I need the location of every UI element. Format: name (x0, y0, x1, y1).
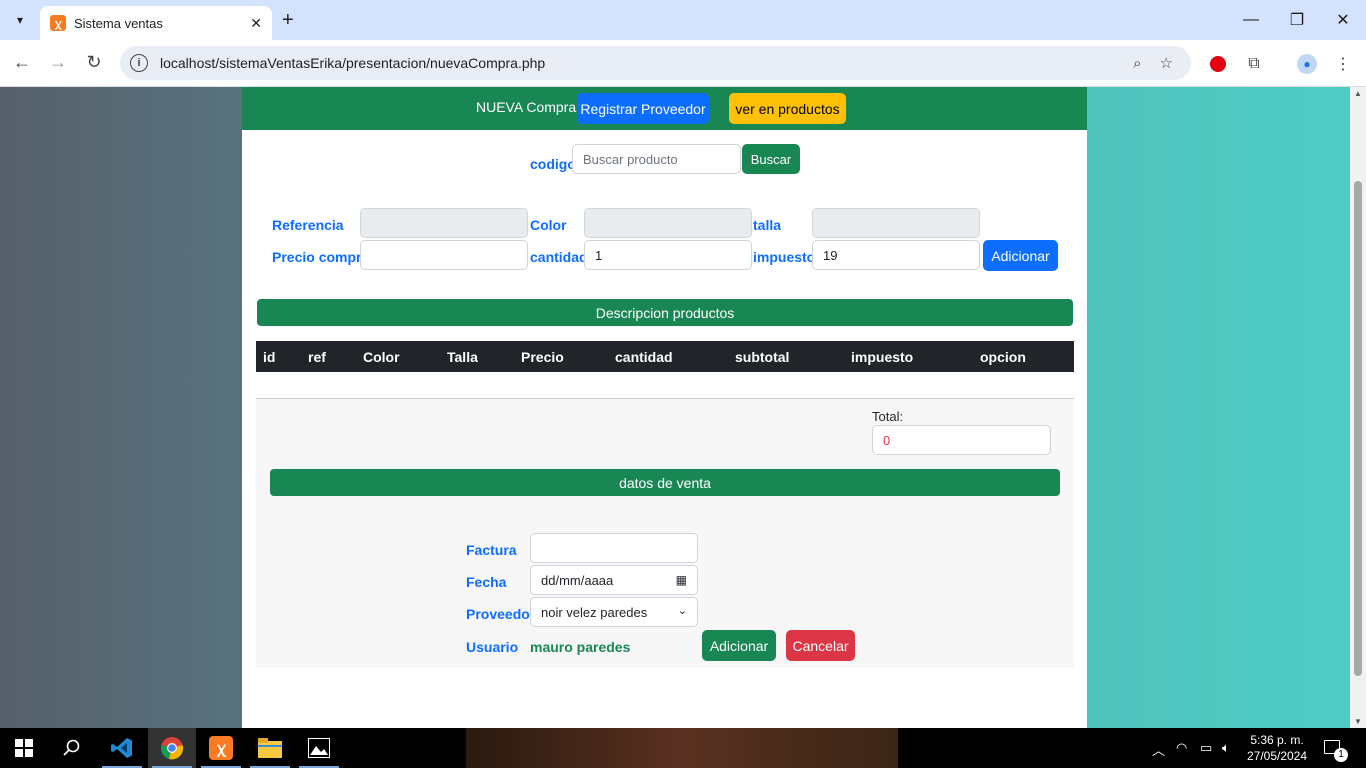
page-header: NUEVA Compra Registrar Proveedor ver en … (242, 87, 1087, 130)
file-explorer-icon[interactable] (246, 728, 294, 768)
browser-toolbar: ← → ↻ i localhost/sistemaVentasErika/pre… (0, 40, 1366, 87)
new-tab-icon[interactable]: + (282, 8, 294, 32)
cancel-button[interactable]: Cancelar (786, 630, 855, 661)
purchase-price-label: Precio compra (272, 249, 370, 265)
tab-search-icon[interactable]: ▾ (8, 8, 32, 32)
url-text[interactable]: localhost/sistemaVentasErika/presentacio… (160, 55, 1133, 71)
column-header: impuesto (851, 349, 914, 365)
start-windows-icon[interactable] (0, 728, 48, 768)
purchase-price-field[interactable] (360, 240, 528, 270)
window-close-icon[interactable]: ✕ (1320, 0, 1366, 40)
page-viewport: NUEVA Compra Registrar Proveedor ver en … (0, 87, 1366, 728)
clock-date: 27/05/2024 (1246, 749, 1308, 763)
browser-tab-bar: ▾ ꭓ Sistema ventas ✕ + — ❐ ✕ (0, 0, 1366, 40)
products-section-title: Descripcion productos (257, 299, 1073, 326)
address-bar[interactable]: i localhost/sistemaVentasErika/presentac… (120, 46, 1191, 80)
date-label: Fecha (466, 574, 507, 590)
search-input[interactable]: Buscar producto (572, 144, 741, 174)
user-value: mauro paredes (530, 639, 631, 655)
column-header: opcion (980, 349, 1026, 365)
sale-section-title: datos de venta (270, 469, 1060, 496)
add-sale-button[interactable]: Adicionar (702, 630, 776, 661)
battery-icon[interactable]: ▭ (1200, 740, 1212, 756)
purchase-card: NUEVA Compra Registrar Proveedor ver en … (242, 87, 1087, 728)
reference-field (360, 208, 528, 238)
register-supplier-button[interactable]: Registrar Proveedor (577, 93, 709, 124)
user-label: Usuario (466, 639, 519, 655)
column-header: subtotal (735, 349, 790, 365)
wifi-icon[interactable]: ◠ (1176, 740, 1187, 756)
column-header: Precio (521, 349, 564, 365)
site-info-icon[interactable]: i (130, 54, 148, 72)
search-button[interactable]: Buscar (742, 144, 800, 174)
column-header: id (263, 349, 276, 365)
size-label: talla (753, 217, 782, 233)
color-field (584, 208, 752, 238)
xampp-icon[interactable]: ꭓ (197, 728, 245, 768)
date-placeholder: dd/mm/aaaa (541, 572, 614, 588)
column-header: Color (363, 349, 400, 365)
quantity-field[interactable]: 1 (584, 240, 752, 270)
scrollbar-thumb[interactable] (1354, 181, 1362, 676)
extensions-puzzle-icon[interactable]: ⧉ (1242, 52, 1266, 76)
invoice-field[interactable] (530, 533, 698, 563)
browser-menu-icon[interactable]: ⋮ (1331, 52, 1355, 76)
invoice-label: Factura (466, 542, 517, 558)
xampp-favicon-icon: ꭓ (50, 15, 66, 31)
page-title: NUEVA Compra (476, 99, 577, 115)
size-field (812, 208, 980, 238)
profile-avatar-icon[interactable]: ● (1295, 52, 1319, 76)
code-label: codigo (530, 156, 576, 172)
scroll-up-icon[interactable]: ▲ (1354, 89, 1362, 98)
tax-label: impuesto (753, 249, 816, 265)
tab-close-icon[interactable]: ✕ (250, 15, 262, 32)
clock-time: 5:36 p. m. (1250, 733, 1304, 747)
taskbar-wallpaper-strip (466, 728, 898, 768)
total-field: 0 (872, 425, 1051, 455)
windows-taskbar: ꭓ ︿ ◠ ▭ 🔈︎ 5:36 p. m. 27/05/2024 1 (0, 728, 1366, 768)
vscode-icon[interactable] (98, 728, 146, 768)
date-field[interactable]: dd/mm/aaaa ▦ (530, 565, 698, 595)
page-scrollbar[interactable]: ▲ ▼ (1350, 87, 1366, 728)
quantity-label: cantidad (530, 249, 588, 265)
products-table-header: id ref Color Talla Precio cantidad subto… (256, 341, 1074, 372)
chrome-icon[interactable] (148, 728, 196, 768)
search-icon[interactable] (48, 728, 96, 768)
back-icon[interactable]: ← (10, 52, 34, 73)
scroll-down-icon[interactable]: ▼ (1354, 717, 1362, 726)
forward-icon[interactable]: → (46, 52, 70, 73)
supplier-label: Proveedor (466, 606, 536, 622)
total-label: Total: (872, 409, 904, 424)
photos-icon[interactable] (295, 728, 343, 768)
column-header: cantidad (615, 349, 673, 365)
browser-tab[interactable]: ꭓ Sistema ventas ✕ (40, 6, 272, 40)
volume-icon[interactable]: 🔈︎ (1222, 740, 1230, 756)
view-products-button[interactable]: ver en productos (729, 93, 846, 124)
add-product-button[interactable]: Adicionar (983, 240, 1058, 271)
supplier-select[interactable]: noir velez paredes ⌄ (530, 597, 698, 627)
extension-adblock-icon[interactable] (1206, 52, 1230, 76)
column-header: Talla (447, 349, 478, 365)
calendar-icon[interactable]: ▦ (676, 573, 687, 587)
column-header: ref (308, 349, 326, 365)
bookmark-star-icon[interactable]: ☆ (1160, 54, 1173, 72)
minimize-icon[interactable]: — (1228, 0, 1274, 40)
restore-icon[interactable]: ❐ (1274, 0, 1320, 40)
sale-panel: Total: 0 datos de venta Factura Fecha dd… (256, 398, 1074, 668)
tax-field[interactable]: 19 (812, 240, 980, 270)
show-hidden-icons-chevron-icon[interactable]: ︿ (1152, 740, 1165, 759)
reload-icon[interactable]: ↻ (82, 52, 106, 73)
zoom-icon[interactable]: ⌕ (1133, 55, 1141, 72)
clock[interactable]: 5:36 p. m. 27/05/2024 (1246, 732, 1308, 764)
color-label: Color (530, 217, 567, 233)
reference-label: Referencia (272, 217, 344, 233)
notification-count-badge: 1 (1334, 748, 1348, 762)
tab-title: Sistema ventas (74, 15, 163, 31)
chevron-down-icon: ⌄ (677, 605, 687, 617)
supplier-selected: noir velez paredes (541, 604, 648, 620)
